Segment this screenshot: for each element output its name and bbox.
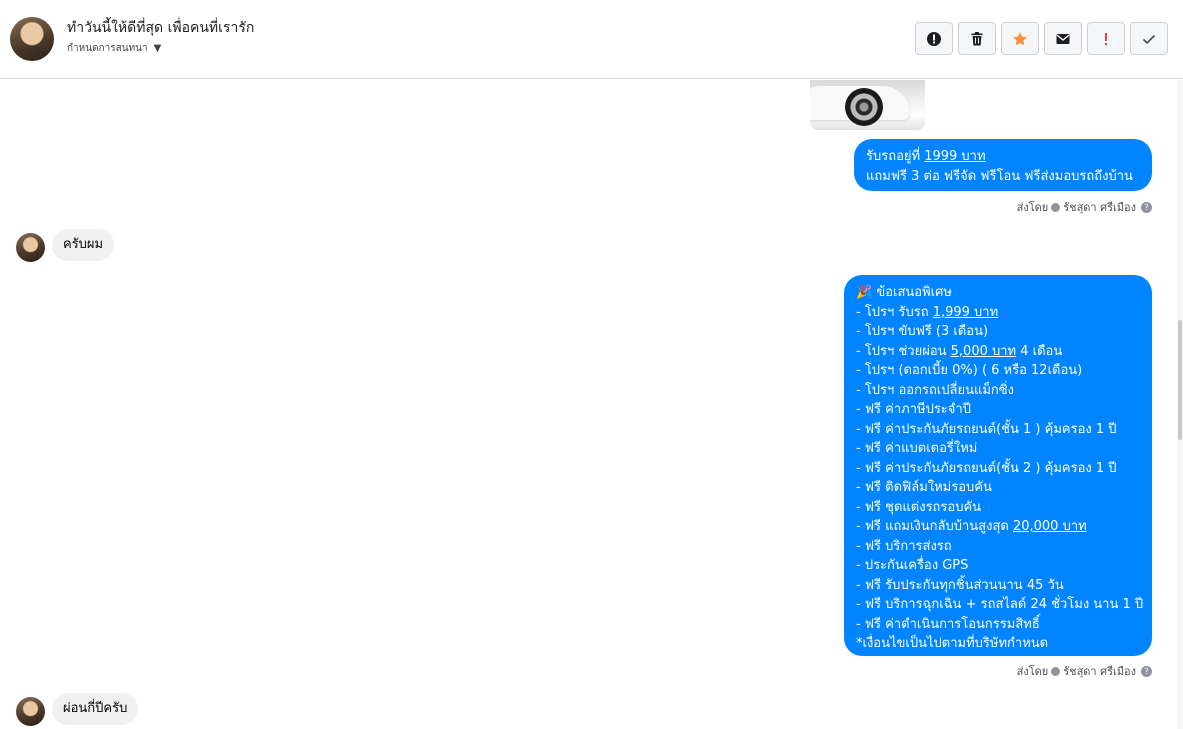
help-icon[interactable]: ? [1141, 665, 1152, 677]
message-line: - ฟรี แถมเงินกลับบ้านสูงสุด 20,000 บาท [856, 517, 1140, 537]
mark-important-button[interactable] [1087, 22, 1125, 55]
sender-name-link[interactable]: รัชสุดา ศรีเมือง [1063, 198, 1136, 216]
car-wheel-shape [845, 88, 883, 126]
outgoing-message-price[interactable]: รับรถอยู่ที่ 1999 บาท แถมฟรี 3 ต่อ ฟรีจั… [854, 139, 1152, 191]
sender-name-link[interactable]: รัชสุดา ศรีเมือง [1063, 662, 1136, 680]
message-text: รับรถอยู่ที่ [866, 149, 925, 164]
message-line: รับรถอยู่ที่ 1999 บาท [866, 147, 1140, 167]
mark-unread-button[interactable] [1044, 22, 1082, 55]
message-price: 1999 บาท [924, 149, 986, 164]
message-price: 5,000 บาท [950, 343, 1017, 359]
sent-by-label: ส่งโดย รัชสุดา ศรีเมือง ? [1017, 198, 1152, 216]
scrollbar-thumb[interactable] [1178, 320, 1182, 440]
car-photo-attachment[interactable] [810, 80, 925, 130]
star-button[interactable] [1001, 22, 1039, 55]
message-text: - โปรฯ ช่วยผ่อน [856, 343, 951, 359]
message-line: - ฟรี บริการส่งรถ [856, 538, 952, 554]
incoming-message[interactable]: ครับผม [52, 229, 115, 261]
message-line: 🎉 ข้อเสนอพิเศษ [856, 285, 952, 300]
verified-icon [1051, 202, 1061, 212]
message-line: - ฟรี ค่าดำเนินการโอนกรรมสิทธิ์ [856, 616, 1040, 632]
mark-done-button[interactable] [1130, 22, 1168, 55]
message-text: 4 เดือน [1016, 343, 1063, 359]
message-line: *เงื่อนไขเป็นไปตามที่บริษัทกำหนด [856, 636, 1049, 651]
message-thread: รับรถอยู่ที่ 1999 บาท แถมฟรี 3 ต่อ ฟรีจั… [0, 80, 1183, 729]
exclamation-icon [1105, 32, 1107, 45]
sent-by-text: ส่งโดย [1016, 201, 1049, 214]
message-line: - ฟรี ชุดแต่งรถรอบคัน [856, 499, 982, 515]
message-line: - โปรฯ ออกรถเปลี่ยนแม็กซิ่ง [856, 382, 1014, 398]
toolbar [915, 22, 1168, 55]
message-line: - โปรฯ รับรถ 1,999 บาท [856, 303, 1140, 323]
message-text: - ฟรี แถมเงินกลับบ้านสูงสุด [856, 519, 1013, 534]
incoming-message[interactable]: ผ่อนกี่ปีครับ [52, 693, 139, 725]
message-line: - ประกันเครื่อง GPS [856, 558, 969, 573]
message-line: - ฟรี รับประกันทุกชิ้นส่วนนาน 45 วัน [856, 577, 1064, 593]
message-line: - โปรฯ (ดอกเบี้ย 0%) ( 6 หรือ 12เดือน) [856, 363, 1083, 378]
verified-icon [1051, 666, 1061, 676]
message-price: 1,999 บาท [932, 304, 999, 320]
alert-circle-icon [927, 31, 941, 46]
message-price: 20,000 บาท [1012, 519, 1087, 534]
message-line: - ฟรี ค่าภาษีประจำปี [856, 402, 971, 417]
contact-avatar-small[interactable] [16, 697, 45, 726]
mail-icon [1056, 33, 1070, 44]
message-line: - ฟรี ค่าประกันภัยรถยนต์(ชั้น 2 ) คุ้มคร… [856, 460, 1117, 476]
contact-name: ทำวันนี้ให้ดีที่สุด เพื่อคนที่เรารัก [67, 20, 255, 36]
conversation-menu-label: กำหนดการสนทนา [67, 43, 148, 54]
check-icon [1142, 34, 1156, 44]
sent-by-label: ส่งโดย รัชสุดา ศรีเมือง ? [1017, 662, 1152, 680]
outgoing-message-offer[interactable]: 🎉 ข้อเสนอพิเศษ - โปรฯ รับรถ 1,999 บาท - … [844, 275, 1152, 656]
delete-button[interactable] [958, 22, 996, 55]
trash-icon [971, 31, 983, 45]
message-text: แถมฟรี 3 ต่อ ฟรีจัด ฟรีโอน ฟรีส่งมอบรถถึ… [866, 168, 1133, 184]
message-line: - ฟรี บริการฉุกเฉิน + รถสไลด์ 24 ชั่วโมง… [856, 597, 1144, 612]
contact-avatar-small[interactable] [16, 233, 45, 262]
conversation-menu[interactable]: กำหนดการสนทนา ▼ [67, 41, 161, 56]
message-line: - ฟรี ติดฟิล์มใหม่รอบคัน [856, 480, 992, 495]
message-line: - ฟรี ค่าแบตเตอรี่ใหม่ [856, 441, 978, 456]
contact-avatar[interactable] [10, 17, 54, 61]
caret-down-icon: ▼ [153, 43, 162, 54]
conversation-header: ทำวันนี้ให้ดีที่สุด เพื่อคนที่เรารัก กำห… [0, 0, 1183, 79]
sent-by-text: ส่งโดย [1016, 665, 1049, 678]
star-icon [1013, 31, 1027, 45]
message-line: - โปรฯ ขับฟรี (3 เดือน) [856, 324, 989, 339]
help-icon[interactable]: ? [1141, 201, 1152, 213]
message-line: - โปรฯ ช่วยผ่อน 5,000 บาท 4 เดือน [856, 342, 1140, 362]
mark-spam-button[interactable] [915, 22, 953, 55]
message-line: - ฟรี ค่าประกันภัยรถยนต์(ชั้น 1 ) คุ้มคร… [856, 421, 1117, 437]
message-text: - โปรฯ รับรถ [856, 304, 933, 320]
